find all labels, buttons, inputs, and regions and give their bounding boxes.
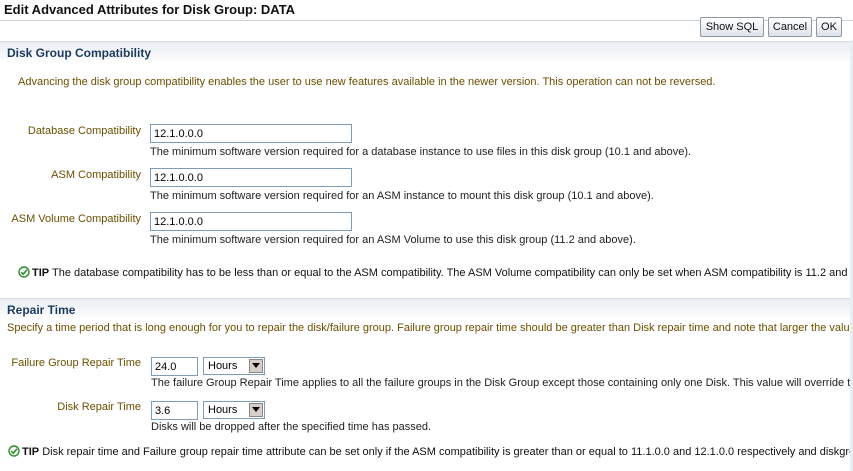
database-compatibility-label: Database Compatibility [27, 125, 141, 137]
tip-label: TIP [32, 267, 50, 279]
failure-group-repair-help: The failure Group Repair Time applies to… [151, 377, 853, 389]
tip-label: TIP [22, 446, 40, 458]
disk-repair-help: Disks will be dropped after the specifie… [151, 421, 432, 433]
database-compatibility-help: The minimum software version required fo… [150, 146, 692, 158]
compatibility-tip-text: The database compatibility has to be les… [51, 267, 853, 279]
failure-group-repair-label: Failure Group Repair Time [11, 357, 141, 369]
ok-button[interactable]: OK [816, 17, 842, 37]
asm-compatibility-label: ASM Compatibility [51, 169, 141, 181]
asm-volume-compatibility-label: ASM Volume Compatibility [11, 213, 141, 225]
failure-group-unit-value: Hours [208, 360, 238, 372]
failure-group-unit-select[interactable]: Hours [203, 357, 265, 375]
repair-description: Specify a time period that is long enoug… [7, 322, 853, 334]
checkmark-circle-icon [8, 445, 20, 460]
chevron-down-icon[interactable] [249, 359, 263, 373]
disk-repair-unit-value: Hours [208, 404, 238, 416]
chevron-down-icon[interactable] [249, 403, 263, 417]
asm-compatibility-help: The minimum software version required fo… [150, 190, 654, 202]
checkmark-circle-icon [18, 266, 30, 281]
repair-tip-text: Disk repair time and Failure group repai… [42, 446, 853, 458]
cancel-button[interactable]: Cancel [768, 17, 812, 37]
disk-repair-unit-select[interactable]: Hours [203, 401, 265, 419]
asm-volume-compatibility-help: The minimum software version required fo… [150, 234, 636, 246]
asm-volume-compatibility-input[interactable] [150, 212, 352, 231]
database-compatibility-input[interactable] [150, 124, 352, 143]
repair-section-title: Repair Time [7, 303, 76, 317]
failure-group-repair-input[interactable] [151, 357, 198, 376]
page-title: Edit Advanced Attributes for Disk Group:… [4, 2, 296, 17]
compatibility-description: Advancing the disk group compatibility e… [18, 76, 716, 88]
compatibility-tip: TIP The database compatibility has to be… [18, 266, 853, 281]
show-sql-button[interactable]: Show SQL [700, 17, 764, 37]
disk-repair-input[interactable] [151, 401, 198, 420]
repair-tip: TIP Disk repair time and Failure group r… [8, 445, 853, 460]
repair-section-header [0, 298, 853, 321]
compatibility-section-title: Disk Group Compatibility [7, 46, 152, 60]
asm-compatibility-input[interactable] [150, 168, 352, 187]
disk-repair-label: Disk Repair Time [57, 401, 141, 413]
